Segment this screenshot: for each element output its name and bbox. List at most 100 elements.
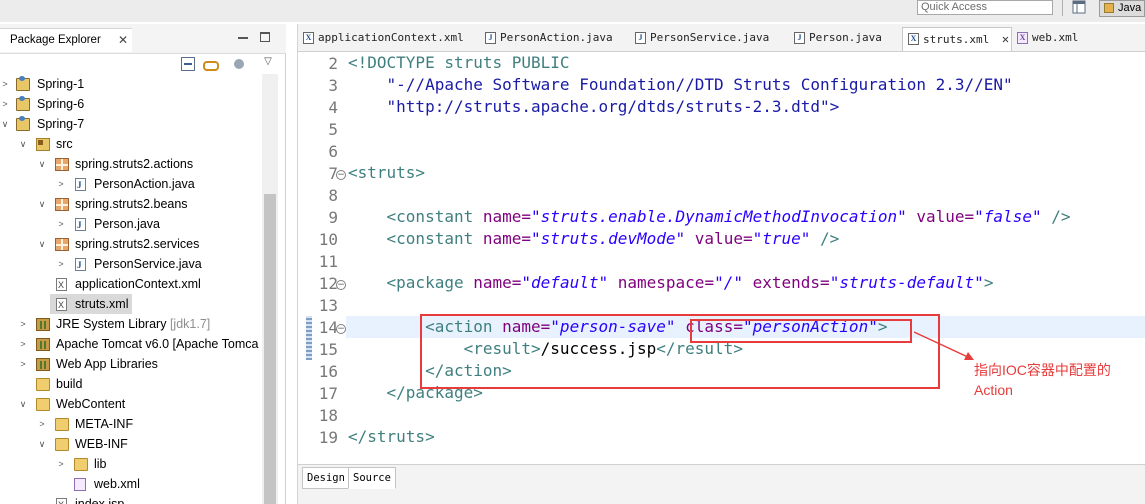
annotation-text: 指向IOC容器中配置的Action <box>974 362 1111 398</box>
tree-item-build[interactable]: build <box>0 374 262 394</box>
tab-label: applicationContext.xml <box>318 31 464 44</box>
attr-name: name= <box>482 207 532 226</box>
chevron-right-icon[interactable]: > <box>56 254 66 274</box>
chevron-down-icon[interactable]: ∨ <box>37 194 47 214</box>
tag-text: <package <box>348 273 474 292</box>
chevron-down-icon[interactable]: ∨ <box>37 234 47 254</box>
tab-label: Person.java <box>809 31 882 44</box>
collapse-all-icon[interactable] <box>181 57 195 71</box>
java-perspective-button[interactable]: Java <box>1099 0 1145 17</box>
minimize-icon[interactable] <box>238 37 248 39</box>
line-number: 6 <box>328 142 338 161</box>
tag-text: <constant <box>348 229 483 248</box>
tree-item-package-actions[interactable]: ∨ spring.struts2.actions <box>0 154 262 174</box>
scrollbar-thumb[interactable] <box>264 194 276 504</box>
annotation-box-class <box>690 319 912 343</box>
focus-on-working-set-icon[interactable] <box>232 57 246 71</box>
tree-item-label: struts.xml <box>75 297 129 311</box>
fold-toggle-icon[interactable]: − <box>336 324 346 334</box>
java-file-icon <box>75 255 86 275</box>
code-line-8: <constant name="struts.enable.DynamicMet… <box>348 206 1071 228</box>
tree-item-person-java[interactable]: > Person.java <box>0 214 262 235</box>
fold-toggle-icon[interactable]: − <box>336 170 346 180</box>
line-number: 18 <box>318 406 338 425</box>
quick-access-input[interactable]: Quick Access <box>917 0 1053 15</box>
tree-item-apache-tomcat[interactable]: > Apache Tomcat v6.0 [Apache Tomca <box>0 334 262 354</box>
tree-item-label: PersonAction.java <box>94 177 195 191</box>
tab-applicationcontext-xml[interactable]: X applicationContext.xml <box>298 27 474 51</box>
tree-item-index-jsp[interactable]: index.jsp <box>0 494 262 504</box>
folder-icon <box>36 398 50 411</box>
tree-item-meta-inf[interactable]: > META-INF <box>0 414 262 434</box>
attr-name: value= <box>906 207 975 226</box>
chevron-right-icon[interactable]: > <box>56 454 66 474</box>
chevron-right-icon[interactable]: > <box>56 174 66 194</box>
close-icon[interactable]: ✕ <box>1002 32 1009 46</box>
tree-item-src[interactable]: ∨ src <box>0 134 262 154</box>
tree-item-label: Spring-7 <box>37 117 85 131</box>
tree-item-label: WebContent <box>56 397 126 411</box>
view-menu-icon[interactable]: ▽ <box>262 57 274 67</box>
tree-item-webcontent[interactable]: ∨ WebContent <box>0 394 262 414</box>
tab-personaction-java[interactable]: J PersonAction.java <box>480 27 625 51</box>
line-number: 13 <box>318 296 338 315</box>
tab-source[interactable]: Source <box>348 467 396 489</box>
tree-item-label: applicationContext.xml <box>75 277 201 291</box>
doctype-system-id: "http://struts.apache.org/dtds/struts-2.… <box>348 97 840 116</box>
tree-item-label: index.jsp <box>75 497 125 504</box>
tree-item-personaction-java[interactable]: > PersonAction.java <box>0 174 262 195</box>
tree-item-spring-6[interactable]: > Spring-6 <box>0 94 262 114</box>
xml-file-icon: X <box>908 33 919 45</box>
chevron-right-icon[interactable]: > <box>56 214 66 234</box>
chevron-right-icon[interactable]: > <box>18 354 28 374</box>
chevron-down-icon[interactable]: ∨ <box>18 134 28 154</box>
chevron-right-icon[interactable]: > <box>18 314 28 334</box>
jdk-version-label: [jdk1.7] <box>169 317 211 331</box>
fold-toggle-icon[interactable]: − <box>336 280 346 290</box>
tree-item-web-app-libraries[interactable]: > Web App Libraries <box>0 354 262 374</box>
tree-item-lib[interactable]: > lib <box>0 454 262 474</box>
tree-item-jre-system-library[interactable]: > JRE System Library [jdk1.7] <box>0 314 262 334</box>
java-perspective-icon <box>1104 3 1114 13</box>
tree-item-spring-7[interactable]: ∨ Spring-7 <box>0 114 262 134</box>
tab-label: web.xml <box>1032 31 1079 44</box>
tree-item-package-services[interactable]: ∨ spring.struts2.services <box>0 234 262 254</box>
tab-person-java[interactable]: J Person.java <box>789 27 897 51</box>
chevron-right-icon[interactable]: > <box>0 74 10 94</box>
chevron-down-icon[interactable]: ∨ <box>37 154 47 174</box>
doctype-decl: <!DOCTYPE struts PUBLIC <box>348 53 570 72</box>
chevron-down-icon[interactable]: ∨ <box>37 434 47 454</box>
tab-design[interactable]: Design <box>302 467 350 489</box>
code-area[interactable]: 2 3 4 5 6 7 8 9 10 11 12 13 14 15 16 17 … <box>298 52 1145 464</box>
tag-text: <constant <box>348 207 483 226</box>
attr-value: "/" <box>714 273 743 292</box>
tree-item-package-beans[interactable]: ∨ spring.struts2.beans <box>0 194 262 214</box>
code-line-11: <package name="default" namespace="/" ex… <box>348 272 994 294</box>
tree-scrollbar[interactable] <box>262 74 278 504</box>
line-number: 8 <box>328 186 338 205</box>
chevron-right-icon[interactable]: > <box>0 94 10 114</box>
package-explorer-tab[interactable]: Package Explorer ✕ <box>0 28 132 52</box>
package-explorer-title: Package Explorer <box>10 34 101 46</box>
tab-personservice-java[interactable]: J PersonService.java <box>630 27 780 51</box>
tree-item-struts-xml[interactable]: struts.xml <box>50 294 132 315</box>
line-number: 7 <box>328 164 338 183</box>
tree-item-applicationcontext-xml[interactable]: applicationContext.xml <box>0 274 262 295</box>
open-perspective-icon[interactable] <box>1072 0 1092 16</box>
tag-text: /> <box>1041 207 1071 226</box>
chevron-down-icon[interactable]: ∨ <box>0 114 10 134</box>
close-icon[interactable]: ✕ <box>118 29 128 51</box>
line-number: 17 <box>318 384 338 403</box>
tab-struts-xml[interactable]: X struts.xml ✕ <box>902 27 1012 51</box>
tree-item-web-xml[interactable]: web.xml <box>0 474 262 494</box>
link-with-editor-icon[interactable] <box>202 57 219 71</box>
chevron-right-icon[interactable]: > <box>18 334 28 354</box>
tree-item-personservice-java[interactable]: > PersonService.java <box>0 254 262 275</box>
tree-item-spring-1[interactable]: > Spring-1 <box>0 74 262 94</box>
maximize-icon[interactable] <box>260 32 270 42</box>
chevron-down-icon[interactable]: ∨ <box>18 394 28 414</box>
tree-item-web-inf[interactable]: ∨ WEB-INF <box>0 434 262 454</box>
chevron-right-icon[interactable]: > <box>37 414 47 434</box>
doctype-public-id: "-//Apache Software Foundation//DTD Stru… <box>348 75 1013 94</box>
tab-web-xml[interactable]: X web.xml <box>1012 27 1092 51</box>
